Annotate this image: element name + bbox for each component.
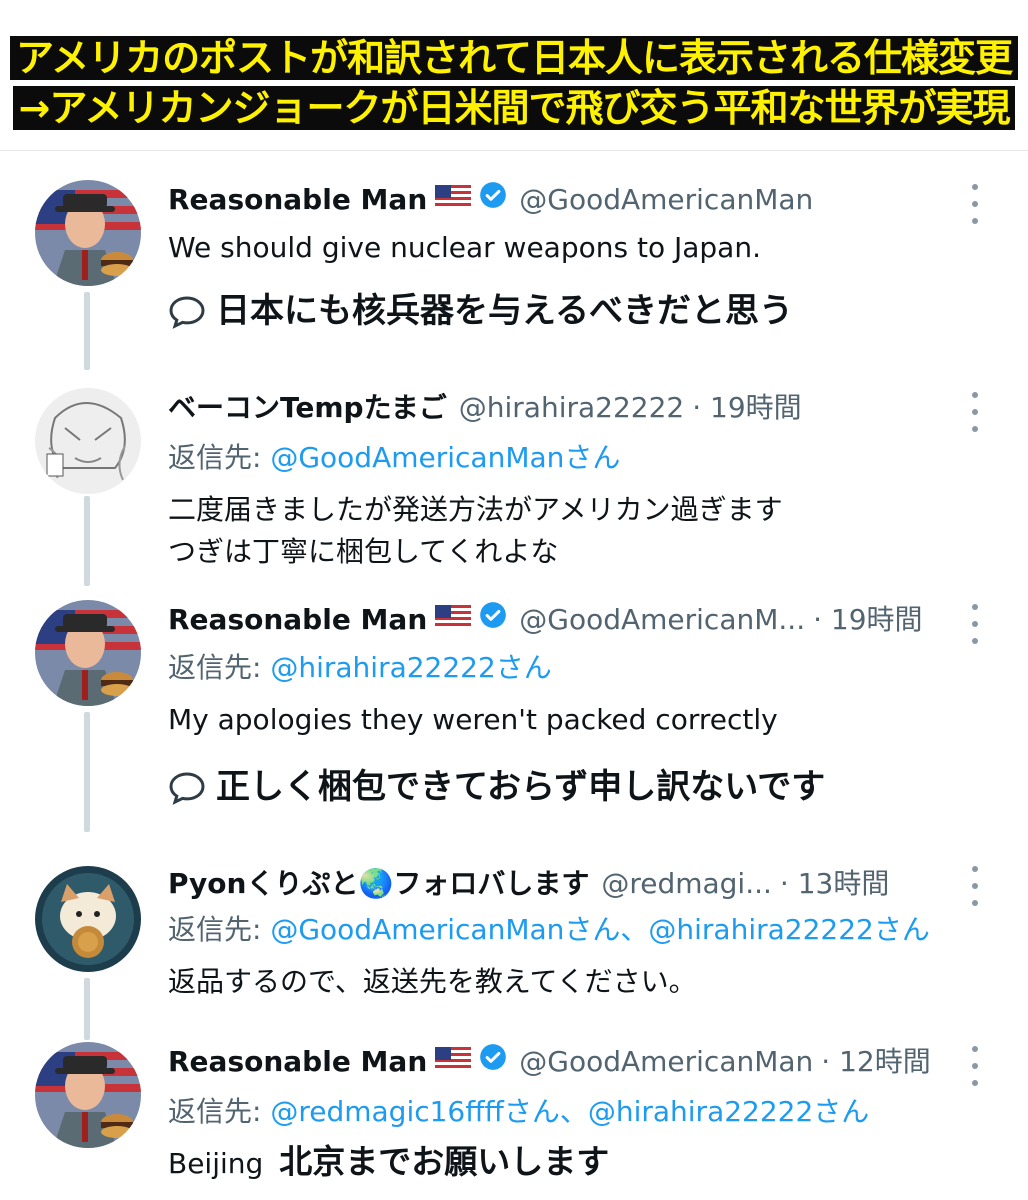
avatar[interactable] bbox=[35, 388, 141, 494]
display-name[interactable]: Reasonable Man bbox=[168, 1042, 427, 1082]
mention-link[interactable]: @redmagic16ffffさん、@hirahira22222さん bbox=[270, 1095, 869, 1128]
caption-line-1: アメリカのポストが和訳されて日本人に表示される仕様変更 bbox=[0, 34, 1028, 82]
tweet-original-text: Beijing bbox=[168, 1147, 264, 1180]
more-icon[interactable] bbox=[968, 180, 982, 228]
tweet-header: Reasonable Man @GoodAmericanMan · 12時間 bbox=[168, 1042, 931, 1082]
display-name[interactable]: Reasonable Man bbox=[168, 180, 427, 220]
avatar[interactable] bbox=[35, 1042, 141, 1148]
us-flag-icon bbox=[435, 180, 472, 220]
verified-badge-icon bbox=[479, 600, 507, 640]
tweet-text: 二度届きましたが発送方法がアメリカン過ぎます bbox=[168, 493, 783, 526]
caption-banner: アメリカのポストが和訳されて日本人に表示される仕様変更 →アメリカンジョークが日… bbox=[0, 0, 1028, 151]
translation-text: 正しく梱包できておらず申し訳ないです bbox=[168, 756, 825, 817]
reply-to: 返信先: @GoodAmericanManさん、@hirahira22222さん bbox=[168, 913, 930, 946]
more-icon[interactable] bbox=[968, 862, 982, 910]
handle[interactable]: @GoodAmericanM... bbox=[519, 600, 805, 640]
mention-link[interactable]: @GoodAmericanManさん bbox=[270, 441, 620, 474]
timestamp[interactable]: · 19時間 bbox=[813, 600, 922, 640]
avatar[interactable] bbox=[35, 180, 141, 286]
tweet-header: ベーコンTempたまご @hirahira22222 · 19時間 bbox=[168, 388, 802, 428]
verified-badge-icon bbox=[479, 180, 507, 220]
handle[interactable]: @hirahira22222 bbox=[459, 388, 684, 428]
mention-link[interactable]: @hirahira22222さん bbox=[270, 651, 551, 684]
translation-bubble-icon bbox=[168, 294, 206, 341]
avatar[interactable] bbox=[35, 600, 141, 706]
timestamp[interactable]: · 12時間 bbox=[821, 1042, 930, 1082]
more-icon[interactable] bbox=[968, 388, 982, 436]
tweet-text: Beijing 北京までお願いします bbox=[168, 1142, 609, 1184]
more-icon[interactable] bbox=[968, 600, 982, 648]
reply-to: 返信先: @hirahira22222さん bbox=[168, 651, 552, 684]
avatar[interactable] bbox=[35, 866, 141, 972]
tweet-header: Reasonable Man @GoodAmericanMan bbox=[168, 180, 813, 220]
reply-to: 返信先: @redmagic16ffffさん、@hirahira22222さん bbox=[168, 1095, 870, 1128]
caption-line-2: →アメリカンジョークが日米間で飛び交う平和な世界が実現 bbox=[0, 84, 1028, 132]
translation-text: 日本にも核兵器を与えるべきだと思う bbox=[168, 280, 793, 341]
timestamp[interactable]: · 19時間 bbox=[692, 388, 801, 428]
translation-bubble-icon bbox=[168, 770, 206, 817]
translation-text: 北京までお願いします bbox=[279, 1142, 610, 1181]
tweet-text: My apologies they weren't packed correct… bbox=[168, 703, 778, 736]
thread-line bbox=[84, 292, 90, 370]
thread-line bbox=[84, 978, 90, 1040]
tweet-text: 返品するので、返送先を教えてください。 bbox=[168, 965, 697, 998]
tweet-text: We should give nuclear weapons to Japan. bbox=[168, 231, 761, 264]
display-name[interactable]: Pyonくりぷと🌏フォロバします bbox=[168, 864, 589, 904]
display-name[interactable]: Reasonable Man bbox=[168, 600, 427, 640]
thread-line bbox=[84, 496, 90, 586]
handle[interactable]: @GoodAmericanMan bbox=[519, 1042, 813, 1082]
handle[interactable]: @redmagi... bbox=[601, 864, 772, 904]
tweet-header: Reasonable Man @GoodAmericanM... · 19時間 bbox=[168, 600, 923, 640]
display-name[interactable]: ベーコンTempたまご bbox=[168, 388, 447, 428]
timestamp[interactable]: · 13時間 bbox=[780, 864, 889, 904]
verified-badge-icon bbox=[479, 1042, 507, 1082]
tweet-text: つぎは丁寧に梱包してくれよな bbox=[168, 535, 559, 568]
us-flag-icon bbox=[435, 1042, 472, 1082]
us-flag-icon bbox=[435, 600, 472, 640]
mention-link[interactable]: @GoodAmericanManさん、@hirahira22222さん bbox=[270, 913, 930, 946]
handle[interactable]: @GoodAmericanMan bbox=[519, 180, 813, 220]
more-icon[interactable] bbox=[968, 1042, 982, 1090]
thread-line bbox=[84, 712, 90, 832]
reply-to: 返信先: @GoodAmericanManさん bbox=[168, 441, 621, 474]
tweet-header: Pyonくりぷと🌏フォロバします @redmagi... · 13時間 bbox=[168, 864, 889, 904]
